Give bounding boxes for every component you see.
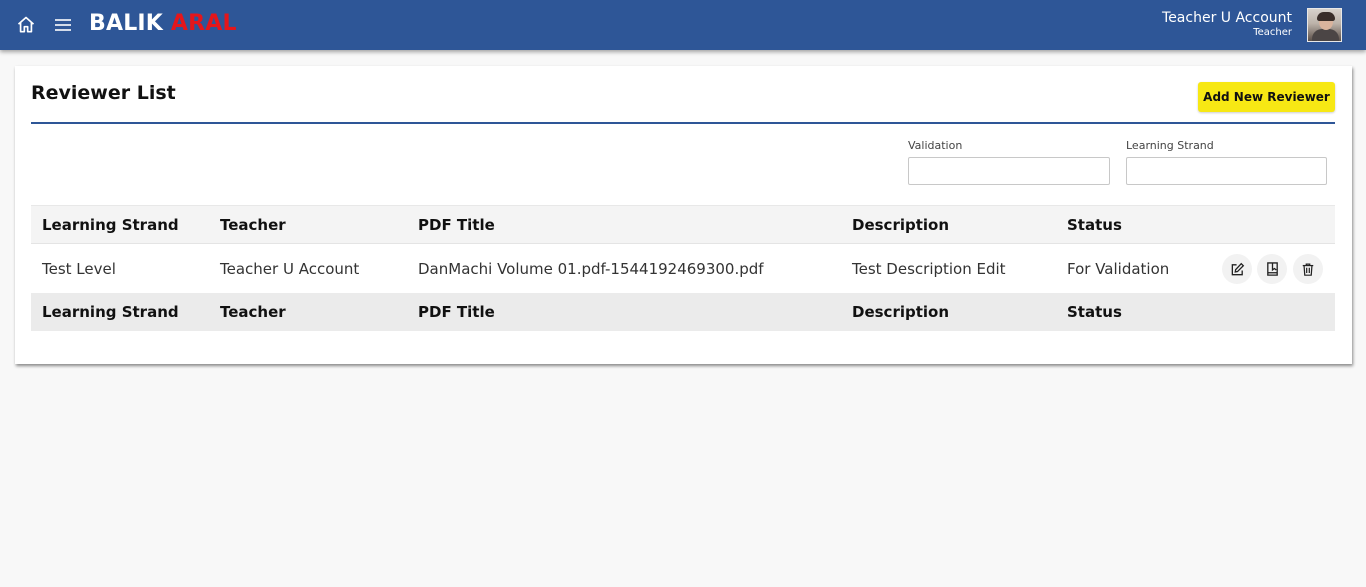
home-button[interactable] (14, 13, 38, 37)
delete-button[interactable] (1293, 254, 1323, 284)
validation-filter-label: Validation (908, 139, 963, 152)
user-role: Teacher (1253, 27, 1292, 38)
top-bar: BALIK ARAL Teacher U Account Teacher (0, 0, 1366, 50)
column-header-teacher[interactable]: Teacher (220, 206, 286, 243)
footer-teacher: Teacher (220, 303, 286, 321)
footer-pdf-title: PDF Title (418, 303, 495, 321)
cell-learning-strand: Test Level (42, 259, 116, 278)
menu-icon (55, 19, 71, 31)
cell-status: For Validation (1067, 259, 1170, 278)
trash-icon (1302, 262, 1314, 276)
cell-pdf-title: DanMachi Volume 01.pdf-1544192469300.pdf (418, 259, 764, 278)
user-name: Teacher U Account (1162, 10, 1292, 26)
column-header-description[interactable]: Description (852, 206, 949, 243)
column-header-learning-strand[interactable]: Learning Strand (42, 206, 179, 243)
footer-status: Status (1067, 303, 1122, 321)
column-header-status[interactable]: Status (1067, 206, 1122, 243)
view-document-button[interactable] (1257, 254, 1287, 284)
avatar[interactable] (1307, 8, 1342, 42)
footer-description: Description (852, 303, 950, 321)
table-row: Test Level Teacher U Account DanMachi Vo… (31, 243, 1335, 293)
brand-primary: BALIK (89, 11, 164, 36)
brand-logo[interactable]: BALIK ARAL (89, 11, 237, 36)
menu-button[interactable] (51, 13, 75, 37)
edit-icon (1231, 262, 1244, 275)
footer-learning-strand: Learning Strand (42, 303, 179, 321)
reviewer-table: Learning Strand Teacher PDF Title Descri… (31, 205, 1335, 331)
title-divider (31, 122, 1335, 124)
page-title: Reviewer List (31, 82, 176, 104)
user-info[interactable]: Teacher U Account Teacher (1162, 9, 1292, 39)
brand-accent: ARAL (170, 11, 237, 36)
table-footer-row: Learning Strand Teacher PDF Title Descri… (31, 293, 1335, 331)
reviewer-list-card: Reviewer List Add New Reviewer Validatio… (15, 66, 1352, 364)
column-header-pdf-title[interactable]: PDF Title (418, 206, 495, 243)
learning-strand-filter-input[interactable] (1126, 157, 1327, 185)
table-header-row: Learning Strand Teacher PDF Title Descri… (31, 205, 1335, 243)
cell-description: Test Description Edit (852, 259, 1006, 278)
validation-filter-input[interactable] (908, 157, 1110, 185)
home-icon (17, 16, 35, 33)
add-new-reviewer-button[interactable]: Add New Reviewer (1198, 82, 1335, 112)
learning-strand-filter-label: Learning Strand (1126, 139, 1214, 152)
cell-teacher: Teacher U Account (220, 259, 360, 278)
edit-button[interactable] (1222, 254, 1252, 284)
document-icon (1266, 262, 1278, 276)
